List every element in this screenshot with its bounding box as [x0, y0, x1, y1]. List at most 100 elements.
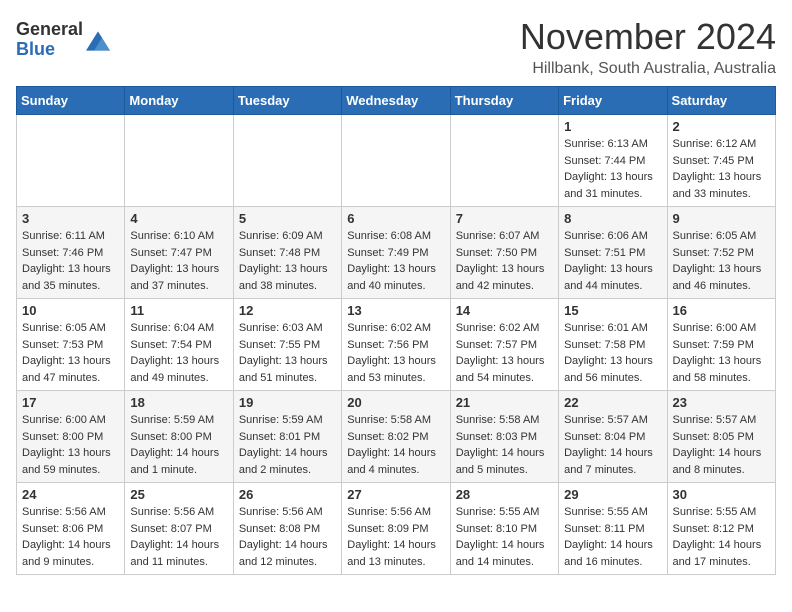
day-info-line: Daylight: 14 hours	[564, 445, 661, 462]
day-number: 28	[456, 487, 553, 502]
day-info-line: Daylight: 13 hours	[22, 353, 119, 370]
logo-text: General Blue	[16, 20, 83, 60]
day-info-line: Sunrise: 5:59 AM	[239, 412, 336, 429]
day-info-line: Daylight: 13 hours	[347, 353, 444, 370]
day-info: Sunrise: 5:56 AMSunset: 8:09 PMDaylight:…	[347, 504, 444, 570]
calendar-cell: 25Sunrise: 5:56 AMSunset: 8:07 PMDayligh…	[125, 483, 233, 575]
day-info-line: Daylight: 14 hours	[673, 537, 770, 554]
day-number: 5	[239, 211, 336, 226]
day-info: Sunrise: 6:10 AMSunset: 7:47 PMDaylight:…	[130, 228, 227, 294]
day-number: 15	[564, 303, 661, 318]
day-info-line: Sunset: 8:00 PM	[22, 429, 119, 446]
day-number: 7	[456, 211, 553, 226]
weekday-header-sunday: Sunday	[17, 87, 125, 115]
calendar-cell: 3Sunrise: 6:11 AMSunset: 7:46 PMDaylight…	[17, 207, 125, 299]
calendar-cell: 6Sunrise: 6:08 AMSunset: 7:49 PMDaylight…	[342, 207, 450, 299]
week-row-2: 3Sunrise: 6:11 AMSunset: 7:46 PMDaylight…	[17, 207, 776, 299]
day-info-line: Sunrise: 5:56 AM	[130, 504, 227, 521]
day-info-line: Sunrise: 6:04 AM	[130, 320, 227, 337]
day-info: Sunrise: 5:59 AMSunset: 8:00 PMDaylight:…	[130, 412, 227, 478]
week-row-3: 10Sunrise: 6:05 AMSunset: 7:53 PMDayligh…	[17, 299, 776, 391]
calendar-cell	[342, 115, 450, 207]
month-title: November 2024	[520, 16, 776, 58]
day-info-line: and 35 minutes.	[22, 278, 119, 295]
calendar-cell	[233, 115, 341, 207]
day-info-line: Sunset: 8:07 PM	[130, 521, 227, 538]
day-info-line: Sunset: 7:52 PM	[673, 245, 770, 262]
day-info-line: Sunrise: 5:57 AM	[673, 412, 770, 429]
day-number: 10	[22, 303, 119, 318]
day-info: Sunrise: 6:03 AMSunset: 7:55 PMDaylight:…	[239, 320, 336, 386]
day-info: Sunrise: 6:12 AMSunset: 7:45 PMDaylight:…	[673, 136, 770, 202]
day-info: Sunrise: 5:57 AMSunset: 8:05 PMDaylight:…	[673, 412, 770, 478]
day-info-line: Sunset: 8:03 PM	[456, 429, 553, 446]
day-info-line: Daylight: 13 hours	[347, 261, 444, 278]
day-info-line: Sunset: 8:02 PM	[347, 429, 444, 446]
day-info: Sunrise: 6:09 AMSunset: 7:48 PMDaylight:…	[239, 228, 336, 294]
day-info-line: and 2 minutes.	[239, 462, 336, 479]
day-info-line: Sunrise: 5:55 AM	[673, 504, 770, 521]
day-info-line: and 8 minutes.	[673, 462, 770, 479]
day-info: Sunrise: 6:02 AMSunset: 7:56 PMDaylight:…	[347, 320, 444, 386]
day-info-line: Daylight: 13 hours	[130, 261, 227, 278]
day-number: 20	[347, 395, 444, 410]
day-info-line: Sunset: 7:47 PM	[130, 245, 227, 262]
day-info-line: and 13 minutes.	[347, 554, 444, 571]
calendar-cell: 4 Sunrise: 6:10 AMSunset: 7:47 PMDaylight…	[125, 207, 233, 299]
day-info-line: Sunrise: 6:10 AM	[130, 228, 227, 245]
day-info-line: and 51 minutes.	[239, 370, 336, 387]
weekday-header-monday: Monday	[125, 87, 233, 115]
day-info-line: Sunrise: 6:01 AM	[564, 320, 661, 337]
day-info-line: Sunrise: 6:05 AM	[22, 320, 119, 337]
day-info-line: Daylight: 13 hours	[673, 353, 770, 370]
day-info-line: Sunset: 8:09 PM	[347, 521, 444, 538]
day-info-line: and 56 minutes.	[564, 370, 661, 387]
day-info-line: Sunrise: 6:05 AM	[673, 228, 770, 245]
day-info-line: Sunrise: 6:07 AM	[456, 228, 553, 245]
day-info-line: Daylight: 13 hours	[673, 261, 770, 278]
day-number: 26	[239, 487, 336, 502]
week-row-5: 24Sunrise: 5:56 AMSunset: 8:06 PMDayligh…	[17, 483, 776, 575]
calendar-cell: 10Sunrise: 6:05 AMSunset: 7:53 PMDayligh…	[17, 299, 125, 391]
day-info-line: and 31 minutes.	[564, 186, 661, 203]
day-info: Sunrise: 5:58 AMSunset: 8:02 PMDaylight:…	[347, 412, 444, 478]
day-info-line: Daylight: 13 hours	[22, 261, 119, 278]
day-info-line: Daylight: 13 hours	[564, 261, 661, 278]
day-info-line: and 38 minutes.	[239, 278, 336, 295]
day-info: Sunrise: 6:06 AMSunset: 7:51 PMDaylight:…	[564, 228, 661, 294]
day-info-line: Sunrise: 6:12 AM	[673, 136, 770, 153]
day-info-line: Sunset: 8:12 PM	[673, 521, 770, 538]
calendar-cell: 13Sunrise: 6:02 AMSunset: 7:56 PMDayligh…	[342, 299, 450, 391]
day-info-line: Daylight: 13 hours	[456, 353, 553, 370]
calendar-cell: 11Sunrise: 6:04 AMSunset: 7:54 PMDayligh…	[125, 299, 233, 391]
day-info-line: and 44 minutes.	[564, 278, 661, 295]
day-info-line: and 42 minutes.	[456, 278, 553, 295]
day-info-line: and 17 minutes.	[673, 554, 770, 571]
day-info-line: and 46 minutes.	[673, 278, 770, 295]
calendar-cell: 28Sunrise: 5:55 AMSunset: 8:10 PMDayligh…	[450, 483, 558, 575]
day-number: 17	[22, 395, 119, 410]
day-number: 4	[130, 211, 227, 226]
weekday-header-row: SundayMondayTuesdayWednesdayThursdayFrid…	[17, 87, 776, 115]
calendar-table: SundayMondayTuesdayWednesdayThursdayFrid…	[16, 86, 776, 575]
day-number: 6	[347, 211, 444, 226]
calendar-cell: 15Sunrise: 6:01 AMSunset: 7:58 PMDayligh…	[559, 299, 667, 391]
day-info-line: Sunset: 7:51 PM	[564, 245, 661, 262]
calendar-cell	[450, 115, 558, 207]
day-info-line: Sunrise: 6:00 AM	[673, 320, 770, 337]
day-number: 1	[564, 119, 661, 134]
day-number: 12	[239, 303, 336, 318]
day-info-line: and 4 minutes.	[347, 462, 444, 479]
day-info-line: Sunrise: 5:55 AM	[564, 504, 661, 521]
day-info-line: Daylight: 13 hours	[130, 353, 227, 370]
day-info-line: Sunrise: 6:02 AM	[347, 320, 444, 337]
calendar-cell: 26Sunrise: 5:56 AMSunset: 8:08 PMDayligh…	[233, 483, 341, 575]
day-info-line: and 9 minutes.	[22, 554, 119, 571]
logo-icon	[86, 31, 110, 51]
day-number: 16	[673, 303, 770, 318]
day-info-line: Daylight: 14 hours	[564, 537, 661, 554]
day-info-line: Daylight: 13 hours	[564, 169, 661, 186]
day-info-line: Sunset: 8:04 PM	[564, 429, 661, 446]
location-title: Hillbank, South Australia, Australia	[520, 60, 776, 78]
day-number: 27	[347, 487, 444, 502]
